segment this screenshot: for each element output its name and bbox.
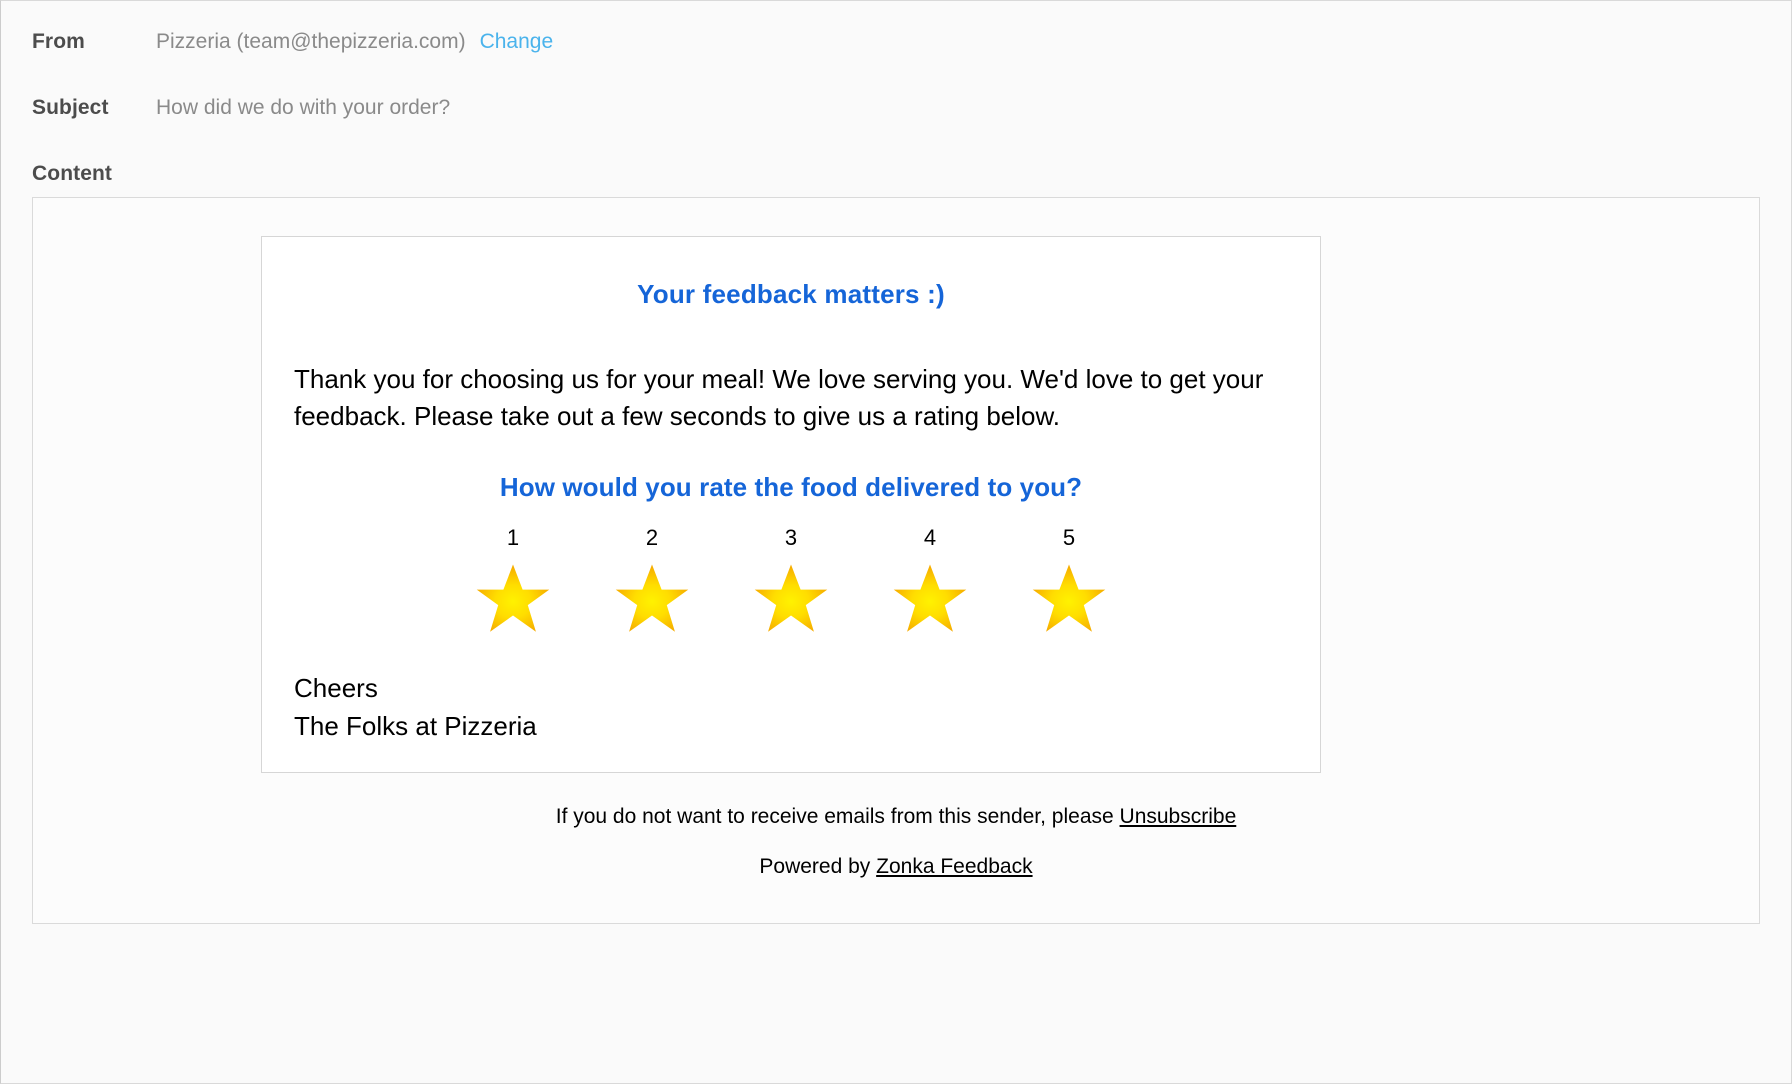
unsubscribe-text: If you do not want to receive emails fro…: [555, 805, 1120, 828]
powered-by-line: Powered by Zonka Feedback: [33, 855, 1759, 879]
star-icon[interactable]: [1032, 563, 1106, 634]
email-preview-card: Your feedback matters :) Thank you for c…: [261, 236, 1321, 773]
from-label: From: [32, 30, 85, 53]
email-footer: If you do not want to receive emails fro…: [33, 805, 1759, 879]
zonka-feedback-link[interactable]: Zonka Feedback: [876, 855, 1032, 878]
star-icon[interactable]: [476, 563, 550, 634]
rating-number-1: 1: [506, 524, 520, 550]
from-value: Pizzeria (team@thepizzeria.com): [156, 30, 466, 53]
content-preview-panel: Your feedback matters :) Thank you for c…: [32, 197, 1760, 924]
star-icon[interactable]: [754, 563, 828, 634]
change-sender-link[interactable]: Change: [480, 30, 554, 54]
rating-number-5: 5: [1062, 524, 1076, 550]
rating-option-4[interactable]: 4: [893, 524, 967, 634]
rating-number-3: 3: [784, 524, 798, 550]
email-body-text: Thank you for choosing us for your meal!…: [294, 364, 1264, 431]
rating-option-5[interactable]: 5: [1032, 524, 1106, 634]
subject-label: Subject: [32, 96, 109, 119]
email-heading: Your feedback matters :): [637, 279, 945, 309]
star-rating-scale: 1 2 3 4 5: [262, 503, 1320, 634]
rating-number-2: 2: [645, 524, 659, 550]
powered-by-text: Powered by: [759, 855, 877, 879]
from-row: From Pizzeria (team@thepizzeria.com) Cha…: [1, 30, 1791, 54]
rating-number-4: 4: [923, 524, 937, 550]
subject-row: Subject How did we do with your order?: [1, 96, 1791, 120]
email-rating-question: How would you rate the food delivered to…: [499, 471, 1083, 502]
rating-option-3[interactable]: 3: [754, 524, 828, 634]
signature-line-1: Cheers: [294, 672, 378, 703]
rating-option-1[interactable]: 1: [476, 524, 550, 634]
subject-value[interactable]: How did we do with your order?: [156, 96, 450, 120]
email-signature: Cheers The Folks at Pizzeria: [262, 634, 1320, 745]
signature-line-2: The Folks at Pizzeria: [294, 710, 537, 741]
rating-option-2[interactable]: 2: [615, 524, 689, 634]
unsubscribe-link[interactable]: Unsubscribe: [1120, 805, 1237, 828]
content-label: Content: [32, 162, 113, 185]
star-icon[interactable]: [893, 563, 967, 634]
unsubscribe-line: If you do not want to receive emails fro…: [33, 805, 1759, 829]
email-composer-page: From Pizzeria (team@thepizzeria.com) Cha…: [0, 0, 1792, 1084]
star-icon[interactable]: [615, 563, 689, 634]
